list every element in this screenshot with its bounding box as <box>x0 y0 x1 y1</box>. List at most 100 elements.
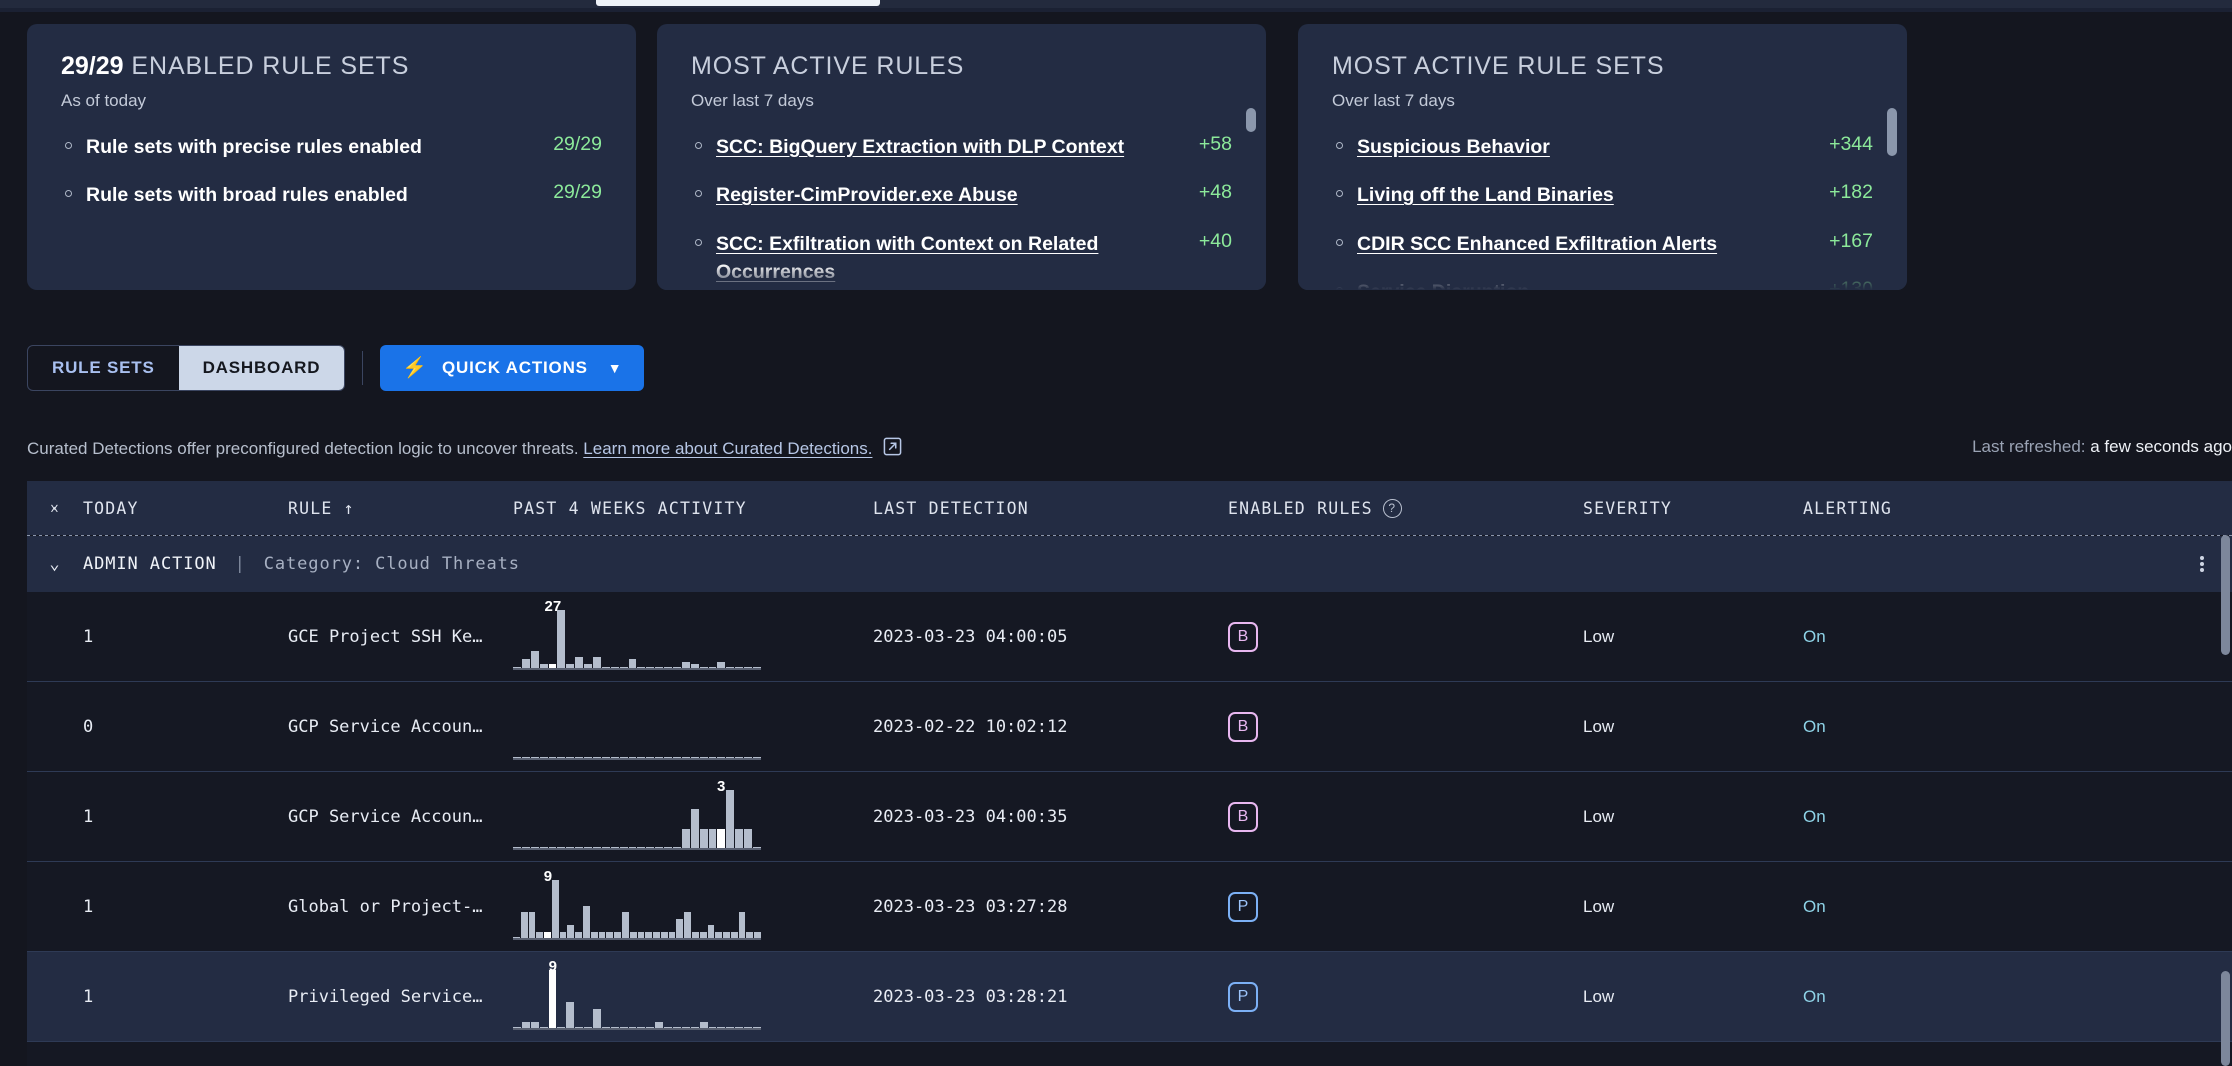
table-row[interactable]: 1 GCE Project SSH Ke… 27 2023-03-23 04:0… <box>27 592 2232 682</box>
chevron-down-icon[interactable]: ⌄ <box>27 554 83 574</box>
card-list: Rule sets with precise rules enabled 29/… <box>27 133 636 210</box>
list-item[interactable]: CDIR SCC Enhanced Exfiltration Alerts +1… <box>1332 230 1873 258</box>
cell-rule-name[interactable]: GCP Service Accoun… <box>288 717 513 737</box>
card-most-active-rule-sets: MOST ACTIVE RULE SETS Over last 7 days S… <box>1298 24 1907 290</box>
list-item-value: +344 <box>1813 133 1873 156</box>
rule-link[interactable]: SCC: Exfiltration with Context on Relate… <box>716 230 1183 287</box>
cell-activity[interactable] <box>513 690 873 764</box>
rule-set-link[interactable]: Suspicious Behavior <box>1357 133 1813 161</box>
view-toggle: RULE SETS DASHBOARD <box>27 345 345 391</box>
list-item: Rule sets with precise rules enabled 29/… <box>61 133 602 161</box>
table-row[interactable]: 1 Global or Project-… 9 2023-03-23 03:27… <box>27 862 2232 952</box>
spark-bar <box>575 657 583 668</box>
group-row-admin-action[interactable]: ⌄ ADMIN ACTION | Category: Cloud Threats <box>27 536 2232 592</box>
view-controls: RULE SETS DASHBOARD ⚡ QUICK ACTIONS ▼ <box>27 345 644 391</box>
rule-set-link[interactable]: Service Disruption <box>1357 278 1813 290</box>
spark-bar <box>583 906 590 938</box>
list-item[interactable]: Living off the Land Binaries +182 <box>1332 181 1873 209</box>
spark-bar <box>735 829 743 848</box>
learn-more-link[interactable]: Learn more about Curated Detections. <box>583 439 872 459</box>
sparkline-chart: 3 <box>513 780 761 854</box>
column-header-activity[interactable]: PAST 4 WEEKS ACTIVITY <box>513 499 873 518</box>
card-scrollbar[interactable] <box>1246 108 1256 132</box>
help-icon[interactable]: ? <box>1383 499 1402 518</box>
expand-all-toggle[interactable]: ⌄⌃ <box>27 498 83 519</box>
spark-bar <box>566 1002 574 1028</box>
table-scrollbar-bottom[interactable] <box>2221 971 2230 1066</box>
cell-activity[interactable]: 9 <box>513 960 873 1034</box>
column-header-rule[interactable]: RULE ↑ <box>288 499 513 518</box>
spark-bar <box>552 880 559 938</box>
list-item[interactable]: SCC: Exfiltration with Context on Relate… <box>691 230 1232 287</box>
tab-dashboard[interactable]: DASHBOARD <box>179 346 345 390</box>
cell-today: 1 <box>83 897 288 917</box>
rule-type-badge[interactable]: B <box>1228 622 1258 652</box>
column-header-last-detection[interactable]: LAST DETECTION <box>873 499 1228 518</box>
list-item[interactable]: Service Disruption +130 <box>1332 278 1873 290</box>
cell-rule-name[interactable]: GCP Service Accoun… <box>288 807 513 827</box>
sparkline-bars <box>513 966 761 1028</box>
bullet-icon <box>695 142 702 149</box>
cell-alerting[interactable]: On <box>1803 627 2133 647</box>
info-banner: Curated Detections offer preconfigured d… <box>27 437 2232 461</box>
cell-alerting[interactable]: On <box>1803 897 2133 917</box>
column-header-alerting[interactable]: ALERTING <box>1803 499 2133 518</box>
card-most-active-rules: MOST ACTIVE RULES Over last 7 days SCC: … <box>657 24 1266 290</box>
tab-rule-sets[interactable]: RULE SETS <box>28 346 179 390</box>
more-options-icon[interactable] <box>2200 556 2204 572</box>
sparkline-bars <box>513 606 761 668</box>
card-subtitle: Over last 7 days <box>691 91 1232 111</box>
list-item-value: +167 <box>1813 230 1873 253</box>
rule-type-badge[interactable]: B <box>1228 802 1258 832</box>
cell-alerting[interactable]: On <box>1803 807 2133 827</box>
expand-collapse-icon: ⌄⌃ <box>50 498 60 519</box>
browser-tab-strip <box>0 0 2232 8</box>
cell-alerting[interactable]: On <box>1803 717 2133 737</box>
cell-activity[interactable]: 3 <box>513 780 873 854</box>
list-item[interactable]: Register-CimProvider.exe Abuse +48 <box>691 181 1232 209</box>
table-row[interactable]: 1 GCP Service Accoun… 3 2023-03-23 04:00… <box>27 772 2232 862</box>
list-item[interactable]: SCC: BigQuery Extraction with DLP Contex… <box>691 133 1232 161</box>
card-header: 29/29 ENABLED RULE SETS As of today <box>27 24 636 111</box>
table-scrollbar-top[interactable] <box>2221 535 2230 655</box>
spark-bar <box>593 657 601 668</box>
sparkline-chart: 9 <box>513 960 761 1034</box>
cell-rule-name[interactable]: GCE Project SSH Ke… <box>288 627 513 647</box>
sparkline-axis <box>513 938 761 940</box>
column-header-today[interactable]: TODAY <box>83 499 288 518</box>
sparkline-chart: 27 <box>513 600 761 674</box>
spark-bar <box>557 610 565 668</box>
cell-rule-name[interactable]: Global or Project-… <box>288 897 513 917</box>
summary-cards: 29/29 ENABLED RULE SETS As of today Rule… <box>0 24 2232 290</box>
rule-link[interactable]: SCC: BigQuery Extraction with DLP Contex… <box>716 133 1183 161</box>
spark-bar <box>676 919 683 938</box>
rule-link[interactable]: Register-CimProvider.exe Abuse <box>716 181 1183 209</box>
last-refreshed-value: a few seconds ago <box>2090 437 2232 456</box>
spark-bar <box>709 829 717 848</box>
cell-activity[interactable]: 27 <box>513 600 873 674</box>
vertical-divider <box>362 351 363 385</box>
quick-actions-button[interactable]: ⚡ QUICK ACTIONS ▼ <box>380 345 644 391</box>
rule-set-link[interactable]: CDIR SCC Enhanced Exfiltration Alerts <box>1357 230 1813 258</box>
spark-bar <box>593 1009 601 1028</box>
sparkline-axis <box>513 848 761 850</box>
list-item[interactable]: Suspicious Behavior +344 <box>1332 133 1873 161</box>
column-header-enabled-rules[interactable]: ENABLED RULES ? <box>1228 499 1583 518</box>
cell-activity[interactable]: 9 <box>513 870 873 944</box>
cell-alerting[interactable]: On <box>1803 987 2133 1007</box>
external-link-icon[interactable] <box>883 437 902 461</box>
rule-type-badge[interactable]: P <box>1228 892 1258 922</box>
rule-set-link[interactable]: Living off the Land Binaries <box>1357 181 1813 209</box>
rule-type-badge[interactable]: B <box>1228 712 1258 742</box>
table-row[interactable]: 1 Privileged Service… 9 2023-03-23 03:28… <box>27 952 2232 1042</box>
table-row[interactable]: 0 GCP Service Accoun… 2023-02-22 10:02:1… <box>27 682 2232 772</box>
card-scrollbar[interactable] <box>1887 108 1897 156</box>
column-header-severity[interactable]: SEVERITY <box>1583 499 1803 518</box>
spark-bar <box>700 829 708 848</box>
list-item-value: +40 <box>1183 230 1232 253</box>
cell-last-detection: 2023-03-23 04:00:05 <box>873 627 1228 647</box>
card-enabled-rule-sets: 29/29 ENABLED RULE SETS As of today Rule… <box>27 24 636 290</box>
rule-type-badge[interactable]: P <box>1228 982 1258 1012</box>
cell-severity: Low <box>1583 897 1803 917</box>
cell-rule-name[interactable]: Privileged Service… <box>288 987 513 1007</box>
